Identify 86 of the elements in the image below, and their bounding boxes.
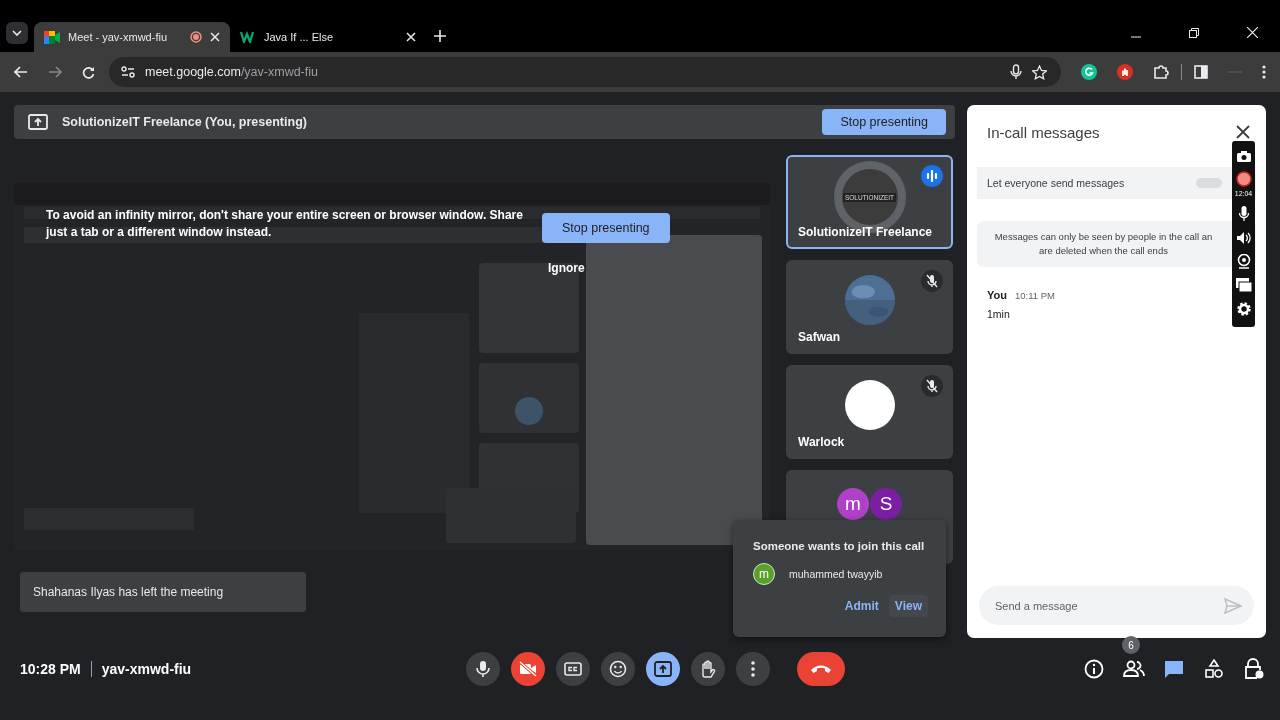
hand-button[interactable] — [691, 652, 725, 686]
more-options-icon[interactable] — [1262, 65, 1266, 79]
video-camera-icon — [44, 30, 60, 44]
address-bar[interactable]: meet.google.com/yav-xmwd-fiu — [109, 57, 1061, 87]
more-options-icon — [751, 661, 755, 677]
back-arrow-icon[interactable] — [14, 66, 28, 78]
smiley-icon — [609, 660, 627, 678]
more-button[interactable] — [736, 652, 770, 686]
settings-icon[interactable] — [1235, 300, 1252, 317]
presenting-label: SolutionizeIT Freelance (You, presenting) — [62, 115, 307, 129]
setting-label: Let everyone send messages — [987, 177, 1126, 189]
end-button[interactable] — [797, 652, 845, 686]
forward-arrow-icon[interactable] — [48, 66, 62, 78]
w-letter-icon — [240, 31, 256, 43]
host-button[interactable] — [1242, 657, 1266, 681]
browser-tab[interactable]: Meet - yav-xmwd-fiu — [34, 22, 230, 52]
participant-name: SolutionizeIT Freelance — [798, 225, 933, 239]
side-panel-icon[interactable] — [1194, 65, 1208, 79]
notice-text: are deleted when the call ends — [1039, 244, 1168, 258]
view-button[interactable]: View — [888, 595, 928, 617]
avatar: m — [837, 488, 869, 520]
message-box[interactable]: Send a message — [979, 586, 1254, 625]
stop-presenting-button[interactable]: Stop presenting — [542, 213, 670, 243]
info-button[interactable] — [1082, 657, 1106, 681]
mic-button[interactable] — [466, 652, 500, 686]
avatar: m — [753, 563, 775, 585]
count-badge: 6 — [1122, 636, 1140, 654]
message-time: 10:11 PM — [1014, 290, 1055, 301]
captions-button[interactable] — [556, 652, 590, 686]
microphone-icon — [475, 660, 491, 678]
tab-title: Meet - yav-xmwd-fiu — [68, 31, 169, 43]
avatar: S — [870, 488, 902, 520]
avatar — [844, 380, 895, 430]
participant-tile[interactable]: Safwan — [786, 260, 953, 354]
camera-off-icon — [519, 661, 537, 677]
requester-name: muhammed twayyib — [789, 568, 883, 580]
camera-button[interactable] — [511, 652, 545, 686]
stop-presenting-button[interactable]: Stop presenting — [822, 109, 946, 135]
participant-tile[interactable]: Warlock — [786, 365, 953, 459]
admit-button[interactable]: Admit — [838, 595, 885, 617]
clock-time: 10:28 PM — [20, 661, 81, 677]
hang-up-icon — [810, 664, 832, 674]
restore-icon[interactable] — [1189, 28, 1199, 38]
present-screen-icon — [654, 661, 672, 677]
emoji-button[interactable] — [601, 652, 635, 686]
url-text: meet.google.com/yav-xmwd-fiu — [145, 65, 318, 79]
participant-name: Warlock — [798, 435, 845, 449]
camera-icon[interactable] — [1236, 151, 1251, 163]
chat-icon — [1164, 659, 1184, 679]
puzzle-piece-icon[interactable] — [1153, 64, 1169, 80]
present-button[interactable] — [646, 652, 680, 686]
microphone-icon[interactable] — [1238, 206, 1249, 223]
new-tab-icon[interactable] — [434, 30, 446, 42]
windows-icon[interactable] — [1235, 277, 1252, 292]
notification-toast: Shahanas Ilyas has left the meeting — [20, 572, 306, 612]
message-text: 1min — [987, 308, 1011, 320]
captions-icon — [564, 662, 582, 676]
extension-icon[interactable] — [1117, 64, 1133, 80]
browser-tab[interactable]: Java If ... Else — [230, 22, 426, 52]
participant-name: Safwan — [798, 330, 840, 344]
warning-message: To avoid an infinity mirror, don't share your entire screen or browser window. Share just a tab or a different window instead. — [46, 207, 524, 241]
tab-title: Java If ... Else — [264, 31, 335, 43]
webcam-icon[interactable] — [1236, 253, 1251, 269]
close-icon[interactable] — [1236, 125, 1250, 139]
speaker-icon[interactable] — [1235, 230, 1252, 245]
lock-person-icon — [1244, 658, 1264, 680]
site-settings-icon — [121, 66, 135, 78]
star-icon[interactable] — [1032, 64, 1047, 80]
message-field[interactable]: Send a message — [993, 598, 1224, 613]
ignore-button[interactable]: Ignore — [544, 259, 589, 277]
tab-search-button[interactable] — [6, 22, 28, 44]
activities-button[interactable] — [1202, 657, 1226, 681]
info-icon — [1084, 659, 1104, 679]
panel-title: In-call messages — [987, 123, 1100, 141]
reload-icon[interactable] — [82, 65, 95, 79]
extension-icon[interactable] — [1081, 64, 1097, 80]
microphone-icon[interactable] — [1010, 64, 1022, 80]
shapes-icon — [1204, 659, 1224, 679]
record-icon[interactable] — [1235, 171, 1252, 188]
meeting-code: yav-xmwd-fiu — [101, 661, 192, 677]
message-sender: You — [987, 289, 1007, 301]
present-screen-icon — [28, 114, 48, 130]
raise-hand-icon — [700, 660, 716, 678]
people-icon — [1123, 660, 1145, 678]
chevron-down-icon — [12, 30, 22, 36]
notice-text: Messages can only be seen by people in the call an — [994, 230, 1213, 244]
